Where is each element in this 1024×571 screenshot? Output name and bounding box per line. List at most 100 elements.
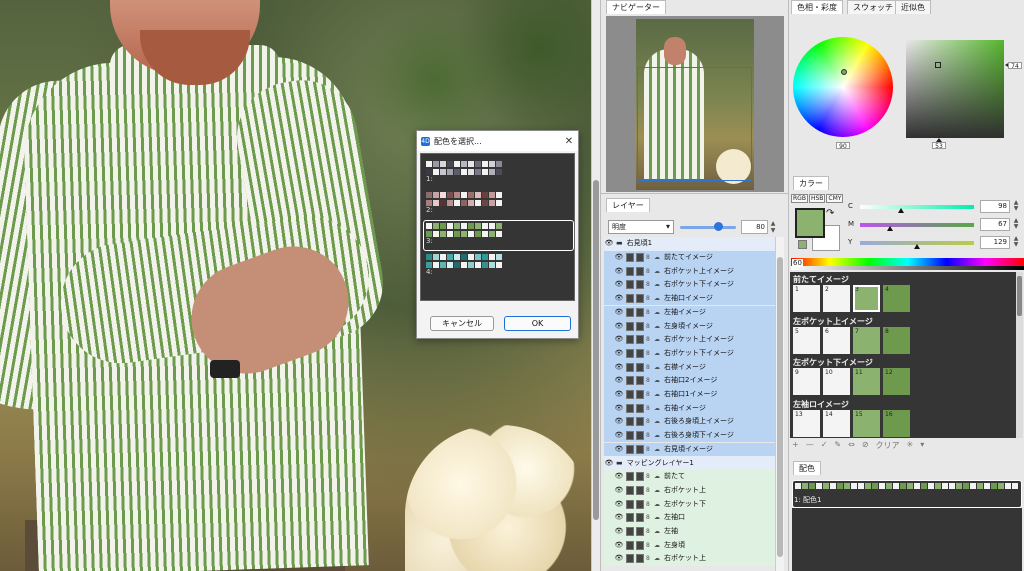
primary-color-swatch[interactable] <box>795 208 825 238</box>
hue-wheel[interactable] <box>793 37 893 137</box>
layer-row[interactable]: 👁 8 ☁ 左袖 <box>604 524 775 539</box>
layer-scrollbar[interactable] <box>775 237 784 571</box>
slider-spinner[interactable]: ▲ ▼ <box>1011 218 1021 231</box>
tab-navigator[interactable]: ナビゲーター <box>606 0 666 14</box>
layer-row[interactable]: 👁 8 ☁ 左袖口 <box>604 511 775 525</box>
layer-row[interactable]: 👁 8 ☁ 右袖口2イメージ <box>604 374 775 388</box>
layer-row[interactable]: 👁 8 ☁ 左袖口イメージ <box>604 291 775 306</box>
cancel-button[interactable]: キャンセル <box>430 316 494 331</box>
color-cell[interactable]: 3 <box>853 285 880 312</box>
opacity-knob[interactable] <box>714 222 724 231</box>
mode-hsb[interactable]: HSB <box>808 194 826 203</box>
hue-marker[interactable] <box>841 69 847 75</box>
eye-icon[interactable]: 👁 <box>614 333 624 346</box>
eye-icon[interactable]: 👁 <box>614 511 624 524</box>
eye-icon[interactable]: 👁 <box>614 470 624 483</box>
eye-icon[interactable]: 👁 <box>614 251 624 264</box>
eye-icon[interactable]: 👁 <box>614 402 624 415</box>
eye-icon[interactable]: 👁 <box>614 306 624 319</box>
layer-row[interactable]: 👁 8 ☁ 左身頃 <box>604 538 775 553</box>
link-icon[interactable]: 8 <box>646 552 652 565</box>
slider-track[interactable] <box>860 223 974 227</box>
link-icon[interactable]: 8 <box>646 415 652 428</box>
palette-option[interactable]: 4: <box>423 251 574 282</box>
eye-icon[interactable]: 👁 <box>614 292 624 305</box>
link-icon[interactable]: 8 <box>646 306 652 319</box>
link-icon[interactable]: 8 <box>646 511 652 524</box>
mode-cmy[interactable]: CMY <box>826 194 844 203</box>
eye-icon[interactable]: 👁 <box>614 361 624 374</box>
layer-row[interactable]: 👁 8 ☁ 右袖口1イメージ <box>604 387 775 402</box>
eye-icon[interactable]: 👁 <box>614 498 624 511</box>
link-icon[interactable]: 8 <box>646 251 652 264</box>
color-cell[interactable]: 14 <box>823 409 850 437</box>
layer-row[interactable]: 👁 8 ☁ 右袖イメージ <box>604 401 775 416</box>
grid-scrollbar[interactable] <box>1016 272 1023 438</box>
color-cell[interactable]: 8 <box>883 326 910 354</box>
link-icon[interactable]: 8 <box>646 333 652 346</box>
saturation-square[interactable] <box>906 40 1004 138</box>
link-icon[interactable]: 8 <box>646 402 652 415</box>
link-icon[interactable]: 8 <box>646 539 652 552</box>
tab-swatches[interactable]: スウォッチ <box>847 0 899 14</box>
grid-tool-0[interactable]: + <box>792 440 799 451</box>
layer-row[interactable]: 👁 8 ☁ 右ポケット上イメージ <box>604 264 775 279</box>
slider-track[interactable] <box>860 205 974 209</box>
color-cell[interactable]: 4 <box>883 285 910 312</box>
color-cell[interactable]: 7 <box>853 326 880 354</box>
slider-value[interactable]: 129 <box>980 236 1010 249</box>
slider-knob[interactable] <box>898 208 905 213</box>
color-cell[interactable]: 11 <box>853 368 880 395</box>
grid-tool-5[interactable]: ⊘ <box>862 440 869 451</box>
layer-row[interactable]: 👁 8 ☁ 右ポケット上イメージ <box>604 332 775 347</box>
color-cell[interactable]: 5 <box>793 326 820 354</box>
eye-icon[interactable]: 👁 <box>614 320 624 333</box>
layer-row[interactable]: 👁 8 ☁ 右襟イメージ <box>604 360 775 374</box>
mode-rgb[interactable]: RGB <box>791 194 808 203</box>
link-icon[interactable]: 8 <box>646 470 652 483</box>
palette-option[interactable]: 1: <box>423 158 574 189</box>
color-cell[interactable]: 16 <box>883 409 910 437</box>
slider-value[interactable]: 67 <box>980 218 1010 231</box>
canvas-scrollbar[interactable] <box>591 0 600 571</box>
color-cell[interactable]: 2 <box>823 285 850 312</box>
color-cell[interactable]: 15 <box>853 409 880 437</box>
eye-icon[interactable]: 👁 <box>604 457 614 470</box>
canvas-scroll-thumb[interactable] <box>593 180 599 520</box>
color-cell[interactable]: 12 <box>883 368 910 395</box>
color-cell[interactable]: 1 <box>793 285 820 312</box>
link-icon[interactable]: 8 <box>646 278 652 291</box>
layer-row[interactable]: 👁 8 ☁ 前たてイメージ <box>604 250 775 265</box>
color-cell[interactable]: 10 <box>823 368 850 395</box>
color-cell[interactable]: 13 <box>793 409 820 437</box>
eye-icon[interactable]: 👁 <box>614 429 624 442</box>
eye-icon[interactable]: 👁 <box>614 388 624 401</box>
link-icon[interactable]: 8 <box>646 361 652 374</box>
layer-row[interactable]: 👁 8 ☁ 右ポケット上 <box>604 483 775 498</box>
palette-item[interactable] <box>792 480 1022 508</box>
link-icon[interactable]: 8 <box>646 347 652 360</box>
link-icon[interactable]: 8 <box>646 388 652 401</box>
eye-icon[interactable]: 👁 <box>614 347 624 360</box>
eye-icon[interactable]: 👁 <box>614 265 624 278</box>
layer-scroll-thumb[interactable] <box>777 257 783 557</box>
grid-tool-7[interactable]: ✳ <box>907 440 914 451</box>
slider-knob[interactable] <box>914 244 920 249</box>
layer-row[interactable]: 👁 8 ☁ 右後ろ身頃上イメージ <box>604 415 775 429</box>
grid-tool-1[interactable]: — <box>806 440 814 451</box>
link-icon[interactable]: 8 <box>646 429 652 442</box>
link-icon[interactable]: 8 <box>646 498 652 511</box>
grid-tool-8[interactable]: ▾ <box>920 440 924 451</box>
tab-color[interactable]: カラー <box>793 176 829 190</box>
color-cell[interactable]: 6 <box>823 326 850 354</box>
tab-layers[interactable]: レイヤー <box>606 198 650 212</box>
tab-hue-saturation[interactable]: 色相・彩度 <box>791 0 843 14</box>
link-icon[interactable]: 8 <box>646 525 652 538</box>
layer-row[interactable]: 👁 ▬ 右見頃1 <box>604 237 775 251</box>
link-icon[interactable]: 8 <box>646 443 652 456</box>
eye-icon[interactable]: 👁 <box>614 443 624 456</box>
grid-tool-3[interactable]: ✎ <box>834 440 841 451</box>
layer-row[interactable]: 👁 ▬ マッピングレイヤー1 <box>604 456 775 470</box>
layer-row[interactable]: 👁 8 ☁ 右後ろ身頃下イメージ <box>604 428 775 443</box>
eye-icon[interactable]: 👁 <box>614 525 624 538</box>
